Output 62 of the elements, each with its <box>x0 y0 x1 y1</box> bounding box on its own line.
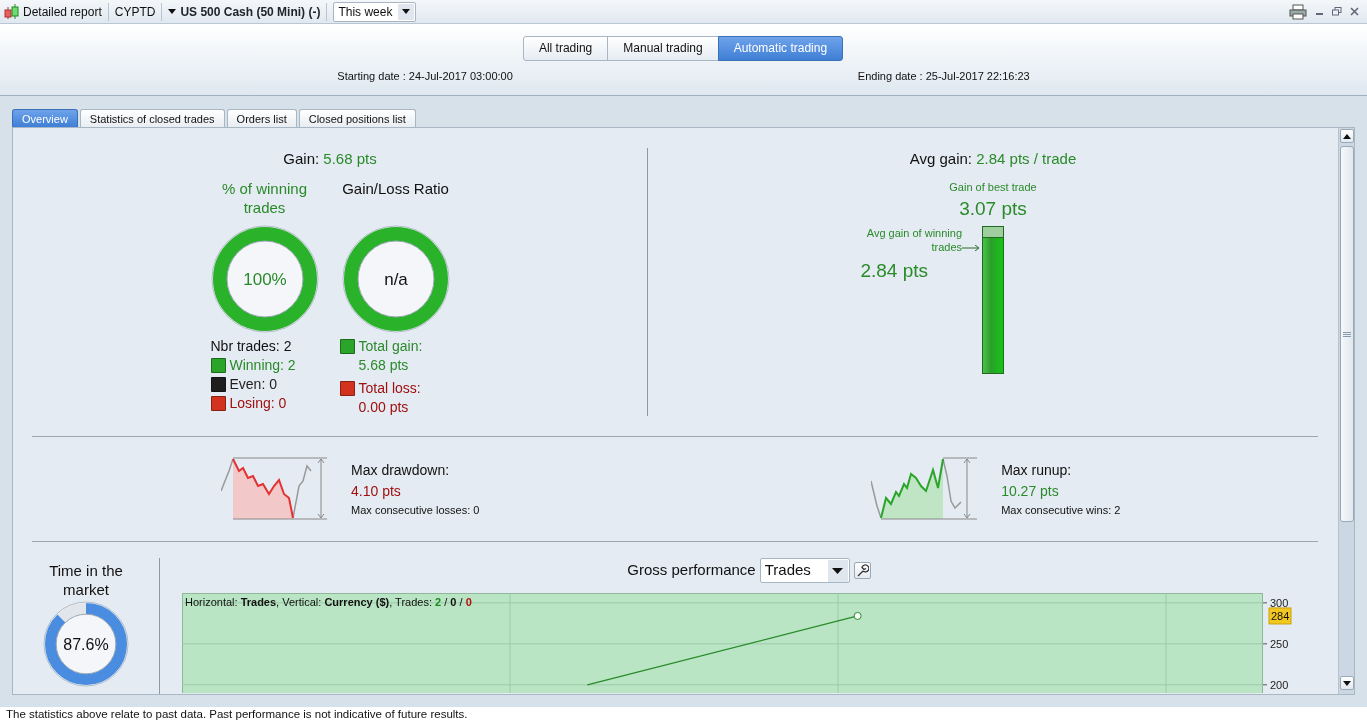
caret-icon <box>1342 680 1351 686</box>
gain-text: Gain: 5.68 pts <box>283 149 377 169</box>
ring-value: 87.6% <box>63 636 109 653</box>
best-trade-value: 3.07 pts <box>959 197 1027 221</box>
ring-title: Gain/Loss Ratio <box>342 178 449 199</box>
legend-label: Even: 0 <box>229 374 277 394</box>
stat-label: Max drawdown: <box>351 460 451 480</box>
total-value: 5.68 pts <box>358 355 410 375</box>
chart-mode-dropdown[interactable]: Trades <box>759 558 850 583</box>
scroll-thumb[interactable] <box>1339 146 1354 522</box>
stat-label: Max runup: <box>1001 460 1073 480</box>
total-label: Total loss: <box>358 378 421 398</box>
tab[interactable]: Orders list <box>226 109 297 127</box>
scroll-up-button[interactable] <box>1339 129 1354 143</box>
best-trade-label: Gain of best trade <box>949 179 1037 195</box>
trade-count-text: Nbr trades: 2 <box>210 336 293 356</box>
leader-arrow <box>962 244 980 251</box>
stat-value: 10.27 pts <box>1001 481 1060 501</box>
data-point <box>853 611 862 620</box>
chart-title: Gross performance <box>627 560 756 581</box>
scroll-down-button[interactable] <box>1339 676 1354 690</box>
date-text: Starting date : 24-Jul-2017 03:00:00 <box>337 69 513 84</box>
settings-button[interactable] <box>853 562 871 579</box>
close-icon[interactable] <box>1350 7 1359 16</box>
legend-label: Losing: 0 <box>229 393 287 413</box>
caret-icon <box>1342 133 1351 139</box>
total-label: Total gain: <box>358 336 423 356</box>
period-dropdown[interactable]: This week <box>333 1 417 22</box>
status-text: The statistics above relate to past data. Past performance is not indicative of future results. <box>0 707 1367 721</box>
tab[interactable]: Closed positions list <box>298 109 416 127</box>
candlestick-icon <box>4 3 19 20</box>
grip-icon <box>1342 331 1351 337</box>
ring-value: 100% <box>242 269 287 289</box>
mode-button[interactable]: Manual trading <box>607 36 719 61</box>
stat-note: Max consecutive losses: 0 <box>351 502 480 518</box>
legend-label: Winning: 2 <box>229 355 296 375</box>
stat-note: Max consecutive wins: 2 <box>1001 502 1121 518</box>
tab[interactable]: Statistics of closed trades <box>79 109 225 127</box>
axis-tick-label: 200 <box>1270 678 1289 691</box>
caret-icon <box>402 9 411 14</box>
ring-title: Time in the market <box>48 561 124 599</box>
restore-icon[interactable] <box>1332 7 1342 16</box>
total-value: 0.00 pts <box>358 397 410 417</box>
wrench-icon <box>855 564 869 577</box>
printer-icon[interactable] <box>1289 3 1307 20</box>
avg-gain-text: Avg gain: 2.84 pts / trade <box>909 149 1077 169</box>
instrument-menu[interactable]: US 500 Cash (50 Mini) (-) <box>168 2 321 21</box>
stat-value: 4.10 pts <box>351 481 402 501</box>
caret-icon <box>832 567 844 574</box>
value-tag: 284 <box>1268 607 1292 625</box>
avg-winning-value: 2.84 pts <box>860 258 928 283</box>
axis-tick-label: 250 <box>1270 637 1289 650</box>
ring-title: % of winning trades <box>220 178 309 217</box>
axis-tick-label: 300 <box>1270 596 1289 609</box>
avg-winning-label: Avg gain of winning trades <box>865 225 962 254</box>
account-name: CYPTD <box>114 3 156 21</box>
date-text: Ending date : 25-Jul-2017 22:16:23 <box>857 69 1030 84</box>
mode-button[interactable]: All trading <box>522 36 609 61</box>
chart-legend: Horizontal: Trades, Vertical: Currency ($), Trades: 2 / 0 / 0 <box>185 594 472 611</box>
report-title: Detailed report <box>23 3 102 21</box>
caret-icon <box>168 9 177 14</box>
ring-value: n/a <box>383 269 408 289</box>
